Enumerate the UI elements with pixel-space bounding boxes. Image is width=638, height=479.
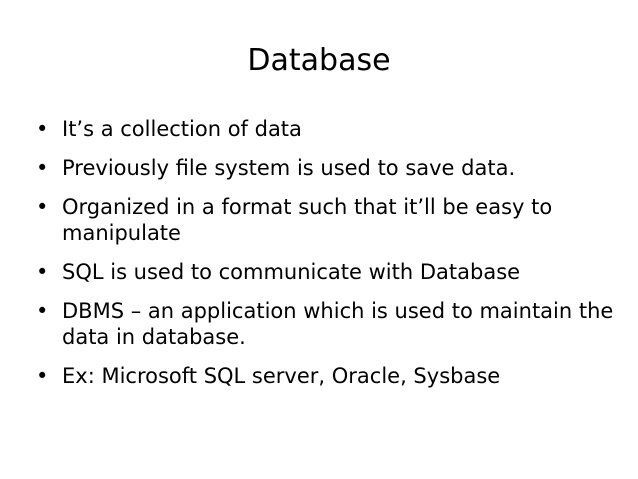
bullet-icon: • <box>36 156 49 180</box>
bullet-item: • It’s a collection of data <box>36 116 616 142</box>
bullet-text: SQL is used to communicate with Database <box>62 260 521 284</box>
bullet-icon: • <box>36 117 49 141</box>
bullet-item: • DBMS – an application which is used to… <box>36 298 616 350</box>
bullet-text: Ex: Microsoft SQL server, Oracle, Sysbas… <box>62 364 501 388</box>
bullet-icon: • <box>36 299 49 323</box>
bullet-item: • Ex: Microsoft SQL server, Oracle, Sysb… <box>36 363 616 389</box>
bullet-item: • Organized in a format such that it’ll … <box>36 194 616 246</box>
slide-title: Database <box>247 43 391 78</box>
bullet-text: Previously file system is used to save d… <box>62 156 516 180</box>
bullet-icon: • <box>36 195 49 219</box>
bullet-item: • SQL is used to communicate with Databa… <box>36 259 616 285</box>
bullet-icon: • <box>36 364 49 388</box>
slide: Database • It’s a collection of data • P… <box>0 0 638 479</box>
bullet-list: • It’s a collection of data • Previously… <box>36 116 616 402</box>
bullet-text: DBMS – an application which is used to m… <box>62 299 614 349</box>
bullet-icon: • <box>36 260 49 284</box>
bullet-text: It’s a collection of data <box>62 117 302 141</box>
bullet-text: Organized in a format such that it’ll be… <box>62 195 553 245</box>
bullet-item: • Previously file system is used to save… <box>36 155 616 181</box>
